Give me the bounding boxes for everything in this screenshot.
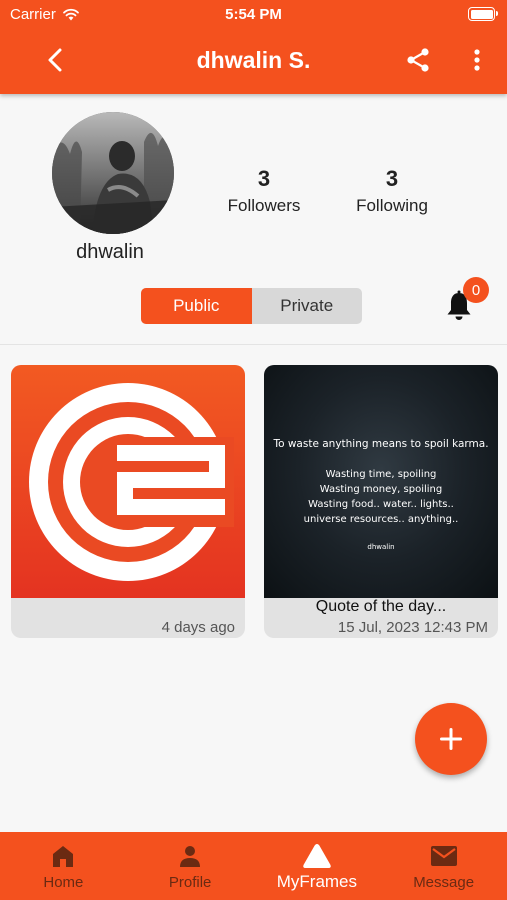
tab-label: Message bbox=[413, 874, 475, 891]
triangle-icon bbox=[303, 844, 331, 868]
profile-avatar[interactable] bbox=[52, 112, 174, 234]
tab-label: Home bbox=[43, 874, 84, 891]
visibility-segmented-control: Public Private bbox=[141, 288, 362, 324]
quote-line: Wasting money, spoiling bbox=[319, 484, 443, 495]
tab-profile[interactable]: Profile bbox=[127, 832, 254, 900]
quote-line: To waste anything means to spoil karma. bbox=[273, 438, 489, 450]
following-count: 3 bbox=[385, 166, 399, 191]
followers-stat[interactable]: 3 Followers bbox=[204, 166, 324, 216]
notification-badge: 0 bbox=[463, 277, 489, 303]
top-app-bar: Carrier 5:54 PM dhwalin S. bbox=[0, 0, 507, 94]
envelope-icon bbox=[430, 846, 457, 866]
quote-signature: dhwalin bbox=[367, 543, 395, 551]
profile-username: dhwalin bbox=[76, 241, 144, 263]
share-icon[interactable] bbox=[404, 46, 432, 74]
following-stat[interactable]: 3 Following bbox=[332, 166, 452, 216]
tab-home[interactable]: Home bbox=[0, 832, 127, 900]
status-time: 5:54 PM bbox=[225, 6, 282, 23]
quote-line: Wasting time, spoiling bbox=[325, 469, 437, 480]
followers-label: Followers bbox=[227, 196, 301, 215]
battery-icon bbox=[468, 7, 498, 21]
status-bar: Carrier 5:54 PM bbox=[0, 0, 507, 30]
tab-label: MyFrames bbox=[276, 872, 358, 891]
tab-message[interactable]: Message bbox=[380, 832, 507, 900]
following-label: Following bbox=[356, 196, 428, 215]
tab-myframes[interactable]: MyFrames bbox=[254, 832, 381, 900]
public-tab[interactable]: Public bbox=[141, 288, 252, 324]
post-card[interactable]: To waste anything means to spoil karma. … bbox=[264, 365, 498, 638]
home-icon bbox=[53, 846, 74, 867]
quote-line: universe resources.. anything.. bbox=[303, 514, 459, 525]
person-icon bbox=[180, 846, 201, 867]
post-timestamp: 15 Jul, 2023 12:43 PM bbox=[337, 619, 488, 636]
bottom-tab-bar: Home Profile MyFrames Message bbox=[0, 832, 507, 900]
post-timestamp: 4 days ago bbox=[161, 619, 235, 636]
tab-label: Profile bbox=[168, 874, 212, 891]
post-image-quote: To waste anything means to spoil karma. … bbox=[264, 365, 498, 598]
quote-line: Wasting food.. water.. lights.. bbox=[308, 499, 454, 510]
followers-count: 3 bbox=[257, 166, 271, 191]
post-card[interactable]: 4 days ago bbox=[11, 365, 245, 638]
post-image-logo bbox=[11, 365, 245, 598]
private-tab[interactable]: Private bbox=[252, 288, 363, 324]
plus-icon bbox=[440, 728, 462, 750]
navigation-bar: dhwalin S. bbox=[0, 38, 507, 82]
more-options-icon[interactable] bbox=[466, 46, 488, 74]
post-caption: Quote of the day... bbox=[315, 598, 447, 615]
add-frame-button[interactable] bbox=[415, 703, 487, 775]
section-divider bbox=[0, 344, 507, 345]
